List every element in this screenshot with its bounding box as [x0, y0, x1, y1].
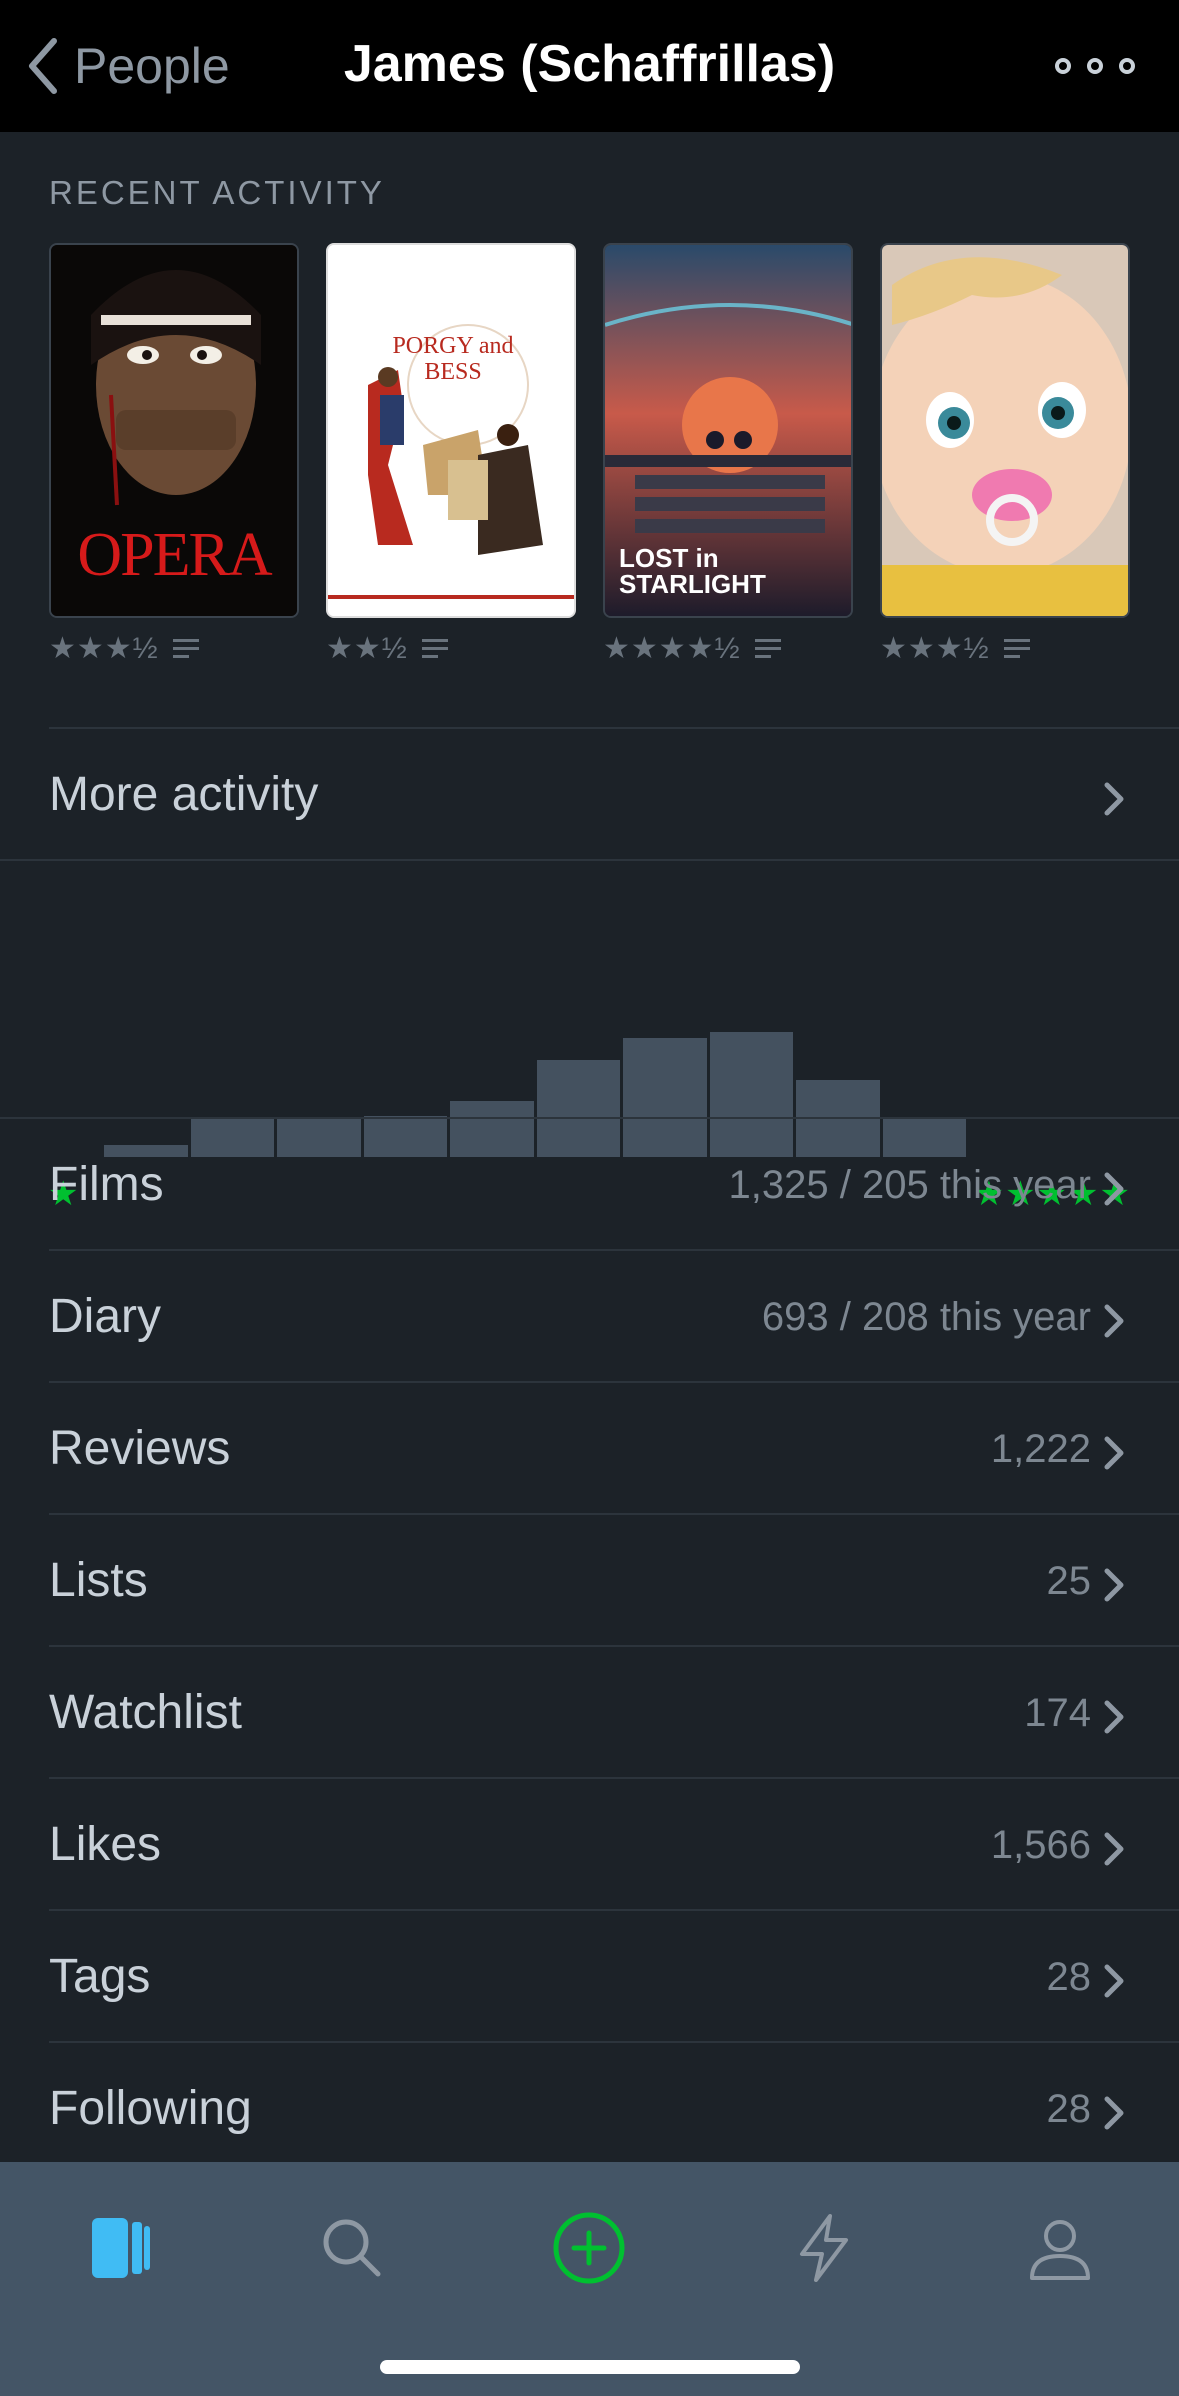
stat-row-following[interactable]: Following 28	[0, 2043, 1179, 2173]
recent-activity-label: RECENT ACTIVITY	[49, 174, 385, 211]
stat-label: Lists	[49, 1554, 148, 1607]
review-icon	[421, 634, 448, 663]
stat-value: 28	[1046, 2087, 1092, 2131]
stat-row-tags[interactable]: Tags 28	[0, 1911, 1179, 2041]
profile-icon	[1030, 2220, 1090, 2280]
tab-add[interactable]	[539, 2198, 639, 2298]
films-icon	[92, 2218, 150, 2278]
tab-profile[interactable]	[1010, 2198, 1110, 2298]
stat-label: Diary	[49, 1290, 162, 1343]
stat-label: Tags	[49, 1950, 151, 2003]
poster-opera[interactable]: OPERA	[49, 243, 299, 618]
star-rating: ★★½	[326, 632, 408, 665]
poster-lost-in-starlight[interactable]: LOST in STARLIGHT	[603, 243, 853, 618]
back-label: People	[74, 38, 230, 94]
stat-label: Films	[49, 1158, 164, 1211]
activity-icon	[800, 2214, 848, 2282]
stat-value: 693 / 208 this year	[761, 1295, 1091, 1339]
stat-row-lists[interactable]: Lists 25	[0, 1515, 1179, 1645]
chevron-right-icon	[1104, 1304, 1124, 1338]
chevron-right-icon	[1104, 782, 1124, 816]
more-activity-label: More activity	[49, 768, 319, 821]
back-button[interactable]: People	[26, 36, 230, 96]
home-indicator	[380, 2360, 800, 2374]
rating-opera: ★★★½	[49, 631, 199, 666]
stat-label: Likes	[49, 1818, 162, 1871]
poster-baby-film[interactable]	[880, 243, 1130, 618]
more-dot-icon	[1119, 58, 1135, 74]
chevron-right-icon	[1104, 1568, 1124, 1602]
chevron-right-icon	[1104, 1172, 1124, 1206]
search-icon	[323, 2219, 381, 2277]
poster-title-text: OPERA	[77, 521, 272, 589]
stat-label: Following	[49, 2082, 252, 2135]
rating-lost-in-starlight: ★★★★½	[603, 631, 781, 666]
stat-row-diary[interactable]: Diary 693 / 208 this year	[0, 1251, 1179, 1381]
tab-search[interactable]	[302, 2198, 402, 2298]
star-rating: ★★★★½	[603, 632, 741, 665]
add-icon	[553, 2212, 625, 2284]
more-dot-icon	[1055, 58, 1071, 74]
stat-value: 25	[1046, 1559, 1092, 1603]
review-icon	[754, 634, 781, 663]
rating-baby-film: ★★★½	[880, 631, 1030, 666]
chevron-right-icon	[1104, 1964, 1124, 1998]
poster-title-text: LOST in STARLIGHT	[619, 543, 766, 599]
rating-porgy-and-bess: ★★½	[326, 631, 448, 666]
stat-label: Watchlist	[49, 1686, 242, 1739]
chevron-right-icon	[1104, 1436, 1124, 1470]
stat-row-films[interactable]: Films 1,325 / 205 this year	[0, 1119, 1179, 1249]
poster-art	[328, 245, 574, 616]
poster-porgy-and-bess[interactable]: PORGY and BESS	[326, 243, 576, 618]
more-options-button[interactable]	[1055, 46, 1135, 86]
recent-activity-posters: OPERA ★★★½ PORGY and BESS ★★½ LOST in ST…	[49, 243, 1131, 665]
stat-value: 28	[1046, 1955, 1092, 1999]
stat-label: Reviews	[49, 1422, 231, 1475]
tab-films[interactable]	[68, 2198, 168, 2298]
more-activity-row[interactable]: More activity	[0, 729, 1179, 859]
chevron-right-icon	[1104, 1832, 1124, 1866]
stat-row-reviews[interactable]: Reviews 1,222	[0, 1383, 1179, 1513]
chevron-right-icon	[1104, 1700, 1124, 1734]
star-rating: ★★★½	[880, 632, 990, 665]
stat-value: 1,566	[990, 1823, 1091, 1867]
tab-activity[interactable]	[774, 2198, 874, 2298]
stat-row-watchlist[interactable]: Watchlist 174	[0, 1647, 1179, 1777]
more-dot-icon	[1087, 58, 1103, 74]
chevron-right-icon	[1104, 2096, 1124, 2130]
poster-title-text: PORGY and BESS	[392, 333, 514, 385]
stat-value: 174	[1024, 1691, 1091, 1735]
divider	[0, 859, 1179, 861]
review-icon	[172, 634, 199, 663]
profile-content: RECENT ACTIVITY OPERA ★★★½ PORGY and BES…	[0, 132, 1179, 2162]
nav-header: People James (Schaffrillas)	[0, 0, 1179, 132]
star-rating: ★★★½	[49, 632, 159, 665]
stat-row-likes[interactable]: Likes 1,566	[0, 1779, 1179, 1909]
poster-art	[882, 245, 1128, 616]
stat-value: 1,325 / 205 this year	[728, 1163, 1091, 1207]
review-icon	[1003, 634, 1030, 663]
stat-value: 1,222	[990, 1427, 1091, 1471]
chevron-left-icon	[29, 38, 57, 94]
